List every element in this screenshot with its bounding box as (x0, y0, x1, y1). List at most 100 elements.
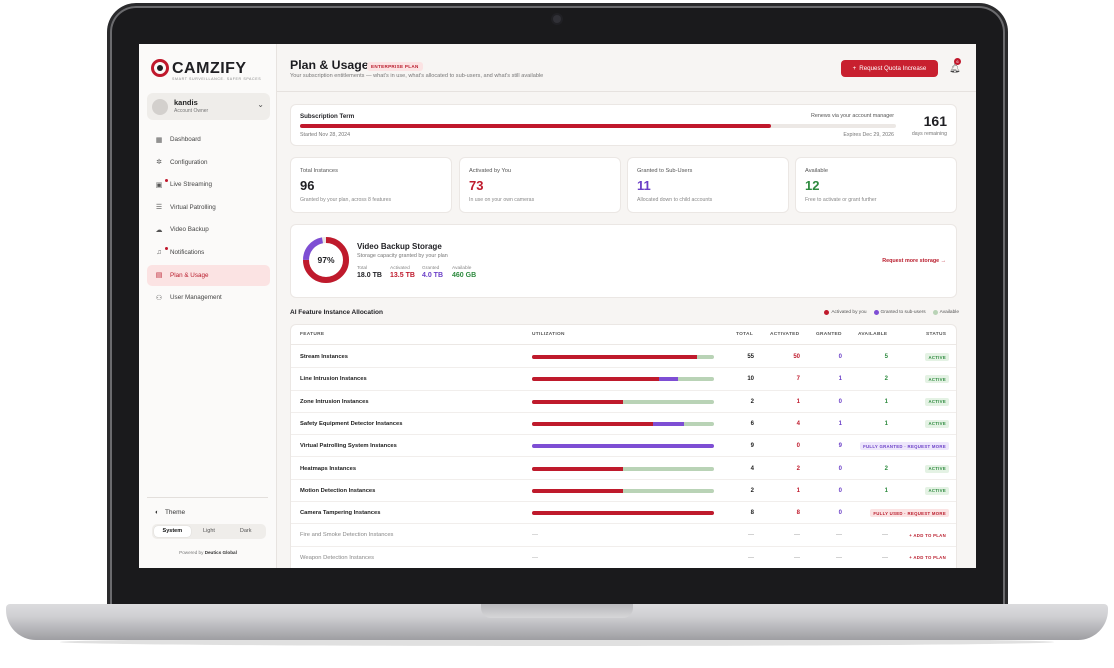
backup-total: Total 18.0 TB (357, 266, 382, 279)
table-row[interactable]: Virtual Patrolling System Instances9090F… (291, 435, 956, 458)
stat-value: 11 (637, 178, 651, 193)
term-progress (300, 124, 896, 128)
column-header-feature[interactable]: FEATURE (300, 332, 324, 337)
storage-percent: 97% (317, 255, 335, 265)
available-value: 5 (884, 354, 888, 360)
legend-item: Available (932, 310, 959, 315)
available-value: 1 (884, 487, 888, 494)
sidebar-item-user-management[interactable]: ⚇ User Management (147, 287, 270, 308)
utilization-granted (532, 444, 714, 449)
granted-value: 0 (838, 398, 842, 405)
laptop-notch (481, 604, 633, 618)
legend-swatch (824, 310, 830, 315)
activated-value: 50 (793, 354, 800, 360)
theme-option-dark[interactable]: Dark (227, 526, 264, 537)
sidebar-item-live-streaming[interactable]: ▣ Live Streaming (147, 174, 270, 195)
total-value: 10 (747, 376, 754, 383)
column-header-available[interactable]: AVAILABLE (858, 332, 887, 337)
table-row[interactable]: Motion Detection Instances 2 1 0 1 ACTIVE (291, 480, 956, 503)
theme-option-light[interactable]: Light (191, 526, 228, 537)
utilization-activated (532, 488, 623, 493)
stat-description: Allocated down to child accounts (637, 197, 713, 203)
request-quota-label: Request Quota Increase (859, 65, 927, 72)
backup-subtitle: Storage capacity granted by your plan (357, 253, 448, 259)
granted-value: 1 (838, 420, 842, 427)
sidebar-item-label: Virtual Patrolling (170, 203, 216, 211)
sidebar-item-dashboard[interactable]: ▦ Dashboard (147, 129, 270, 150)
stat-label: Available (805, 168, 828, 174)
table-row[interactable]: Heatmaps Instances 4 2 0 2 ACTIVE (291, 458, 956, 480)
account-switcher[interactable]: kandis Account Owner ⌄ (147, 93, 270, 120)
table-row[interactable]: Fire and Smoke Detection Instances — — — — — +… (291, 524, 956, 547)
status-badge: ACTIVE (925, 486, 949, 495)
notification-count: 6 (954, 58, 961, 65)
utilization-activated (532, 511, 714, 516)
allocation-legend: Activated by you Granted to sub-users Avai… (824, 310, 959, 315)
total-value: 55 (747, 354, 754, 360)
request-storage-link[interactable]: Request more storage → (882, 258, 946, 264)
table-row[interactable]: Camera Tampering Instances8800FULLY USED… (291, 502, 956, 525)
request-quota-button[interactable]: + Request Quota Increase (841, 60, 938, 77)
status-badge[interactable]: + ADD TO PLAN (906, 531, 949, 539)
backup-title: Video Backup Storage (357, 242, 442, 251)
feature-name: Motion Detection Instances (300, 487, 376, 494)
status-badge: ACTIVE (925, 464, 949, 473)
granted-value: — (836, 532, 842, 539)
sidebar-item-virtual-patrolling[interactable]: ☰ Virtual Patrolling (147, 197, 270, 218)
sidebar-item-plan-usage[interactable]: ▤ Plan & Usage (147, 264, 270, 286)
feature-name: Virtual Patrolling System Instances (300, 443, 397, 450)
sidebar-item-label: Dashboard (170, 136, 201, 143)
backup-available-value: 460 GB (452, 272, 477, 279)
sidebar-item-label: Configuration (170, 158, 208, 166)
sidebar-item-video-backup[interactable]: ☁ Video Backup (147, 219, 270, 240)
table-row[interactable]: Stream Instances 55 50 0 5 ACTIVE (291, 346, 956, 369)
table-row[interactable]: Safety Equipment Detector Instances 6 4 1 1 A… (291, 413, 956, 436)
activated-value: 4 (796, 420, 800, 427)
brand-name: CAMZIFY (172, 59, 247, 77)
legend-swatch (932, 310, 938, 315)
status-badge[interactable]: + ADD TO PLAN (906, 554, 949, 562)
main-content: Plan & Usage ENTERPRISE PLAN Your subscr… (277, 44, 976, 568)
backup-granted-label: Granted (422, 266, 440, 271)
activated-value: 7 (796, 376, 800, 383)
legend-swatch (873, 310, 879, 315)
column-header-status[interactable]: STATUS (926, 332, 946, 337)
stat-value: 12 (805, 178, 820, 193)
sidebar-item-configuration[interactable]: ✲ Configuration (147, 152, 270, 173)
status-badge: ACTIVE (925, 353, 949, 361)
granted-value: 9 (838, 443, 842, 450)
stat-value: 73 (469, 178, 484, 193)
status-badge[interactable]: FULLY USED · REQUEST MORE (870, 509, 949, 518)
alert-dot (165, 246, 168, 250)
legend-label: Activated by you (831, 310, 867, 315)
table-row[interactable]: Zone Intrusion Instances 2 1 0 1 ACTIVE (291, 391, 956, 413)
utilization-bar (532, 377, 714, 382)
stat-card: Total Instances 96 Granted by your plan, a… (290, 157, 452, 213)
backup-available-label: Available (452, 266, 472, 271)
utilization-activated (532, 421, 654, 426)
sidebar: CAMZIFY SMART SURVEILLANCE. SAFER SPACES… (139, 44, 277, 568)
status-badge[interactable]: FULLY GRANTED · REQUEST MORE (860, 442, 949, 451)
total-value: 4 (750, 465, 754, 472)
status-badge: ACTIVE (925, 419, 949, 428)
term-start: Started Nov 28, 2024 (300, 132, 351, 138)
theme-option-system[interactable]: System (154, 526, 191, 537)
column-header-utilization[interactable]: UTILIZATION (532, 332, 565, 337)
sidebar-item-notifications[interactable]: ♫ Notifications (147, 242, 270, 263)
table-row[interactable]: Weapon Detection Instances — — — — — + ADD TO … (291, 547, 956, 568)
activated-value: 8 (796, 510, 800, 517)
document-icon: ▤ (155, 272, 163, 280)
user-name: kandis (174, 97, 198, 107)
backup-total-label: Total (357, 266, 368, 271)
days-remaining-label: days remaining (911, 131, 947, 137)
total-value: 6 (750, 420, 754, 427)
stat-card: Granted to Sub-Users 11 Allocated down to … (627, 157, 789, 213)
column-header-activated[interactable]: ACTIVATED (770, 332, 799, 337)
table-row[interactable]: Line Intrusion Instances 10 7 1 2 ACTIVE (291, 368, 956, 391)
column-header-granted[interactable]: GRANTED (816, 332, 842, 337)
sidebar-item-label: Plan & Usage (170, 271, 209, 279)
logo[interactable]: CAMZIFY (151, 59, 247, 77)
sidebar-item-label: Video Backup (170, 226, 209, 234)
column-header-total[interactable]: TOTAL (736, 332, 753, 337)
activated-value: — (794, 554, 800, 561)
